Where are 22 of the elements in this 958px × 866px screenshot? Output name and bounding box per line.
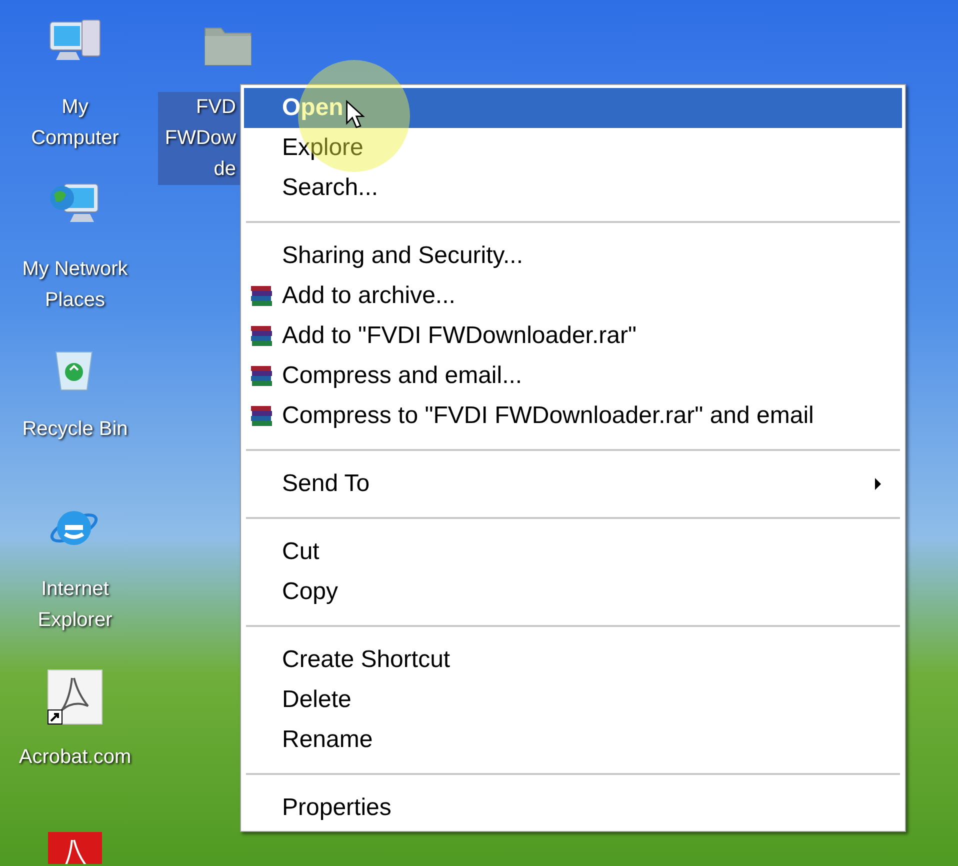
books-stack-icon [250,405,274,427]
submenu-arrow-icon [874,478,882,490]
document-icon[interactable] [46,668,104,726]
icon-label[interactable]: FVD FWDow de [158,92,240,185]
menu-item[interactable]: Add to archive... [244,276,902,316]
menu-item[interactable]: Copy [244,572,902,612]
icon-label[interactable]: My Computer [27,92,123,154]
menu-item[interactable]: Send To [244,464,902,504]
books-stack-icon [250,365,274,387]
menu-item[interactable]: Search... [244,168,902,208]
menu-item[interactable]: Sharing and Security... [244,236,902,276]
menu-item[interactable]: Create Shortcut [244,640,902,680]
menu-item[interactable]: Compress and email... [244,356,902,396]
menu-item[interactable]: Compress to "FVDI FWDownloader.rar" and email [244,396,902,436]
books-stack-icon [250,325,274,347]
mouse-cursor-icon [345,100,365,130]
menu-item[interactable]: Add to "FVDI FWDownloader.rar" [244,316,902,356]
menu-item[interactable]: Delete [244,680,902,720]
menu-item[interactable]: Cut [244,532,902,572]
books-stack-icon [250,285,274,307]
menu-item[interactable]: Rename [244,720,902,760]
menu-item[interactable]: Properties [244,788,902,828]
